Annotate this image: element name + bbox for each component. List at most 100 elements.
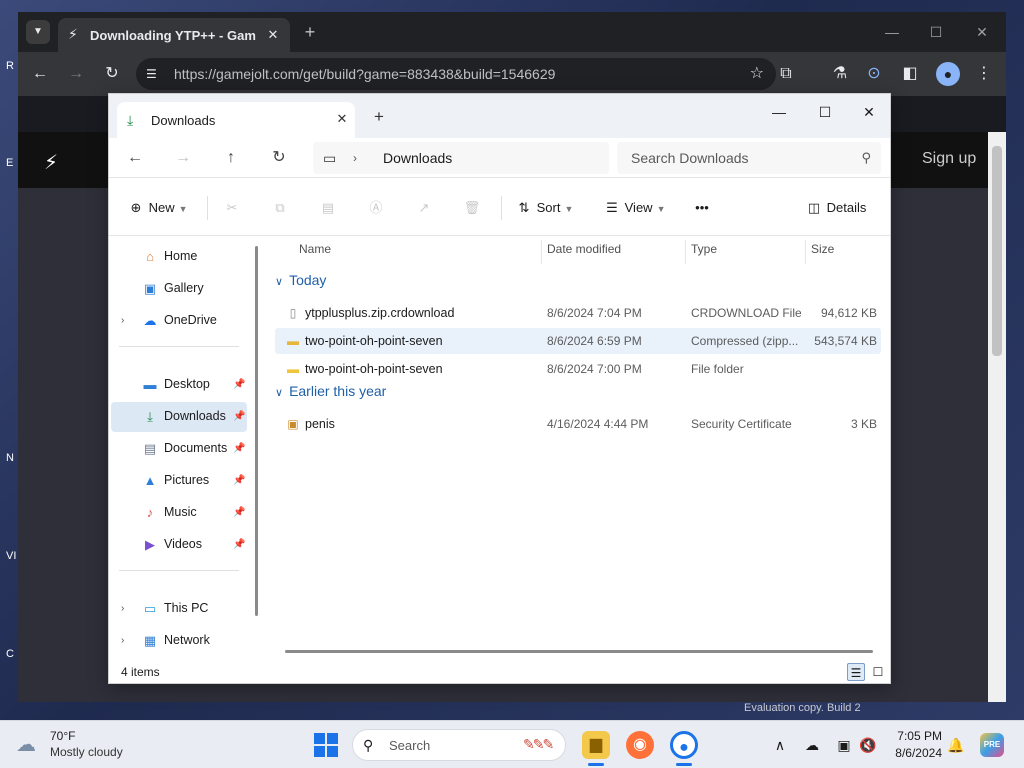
column-header-name[interactable]: Name [299,242,331,256]
sidebar-item-documents[interactable]: ▤ Documents 📌 [111,434,247,464]
sidebar-item-network[interactable]: › ▦ Network [111,626,247,656]
chevron-right-icon[interactable]: › [121,634,124,648]
sort-button[interactable]: ⇅ Sort ▼ [515,198,574,218]
pin-icon[interactable]: 📌 [233,506,245,520]
up-button[interactable]: ↑ [219,146,243,170]
chevron-right-icon[interactable]: › [121,602,124,616]
menu-kebab-icon[interactable]: ⋮ [974,64,994,84]
network-icon[interactable]: ▣ [834,735,854,755]
start-button[interactable] [314,733,338,757]
sidebar-item-music[interactable]: ♪ Music 📌 [111,498,247,528]
rename-button[interactable]: Ⓐ [367,198,385,218]
new-tab-button[interactable]: + [300,22,320,42]
gamejolt-logo-icon[interactable]: ⚡ [44,150,58,175]
view-button[interactable]: ☰ View ▼ [603,198,665,218]
tab-close-icon[interactable]: ✕ [333,110,351,128]
group-header-today[interactable]: ∨ Today [275,272,326,288]
details-button[interactable]: ◫ Details [805,198,867,218]
weather-condition[interactable]: Mostly cloudy [50,745,123,759]
paste-button[interactable]: ▤ [319,198,337,218]
sidebar-item-this-pc[interactable]: › ▭ This PC [111,594,247,624]
browser-tab-active[interactable]: ⚡ Downloading YTP++ - Game Jolt ✕ [58,18,290,52]
refresh-button[interactable]: ↻ [267,146,291,170]
sidebar-item-onedrive[interactable]: › ☁ OneDrive [111,306,247,336]
search-icon[interactable]: ⚲ [861,150,871,166]
column-header-type[interactable]: Type [691,242,717,256]
sidebar-item-gallery[interactable]: ▣ Gallery [111,274,247,304]
file-explorer-taskbar-icon[interactable]: ▆ [582,731,610,759]
sidebar-item-videos[interactable]: ▶ Videos 📌 [111,530,247,560]
delete-button[interactable]: 🗑 [463,198,481,218]
address-bar[interactable]: ☰ https://gamejolt.com/get/build?game=88… [136,58,776,90]
sidebar-item-desktop[interactable]: ▬ Desktop 📌 [111,370,247,400]
side-panel-icon[interactable]: ◧ [900,64,920,84]
onedrive-offline-icon[interactable]: ☁ [802,735,822,755]
copilot-pre-icon[interactable]: PRE [980,733,1004,757]
tiles-view-icon[interactable]: ☐ [869,663,887,681]
maximize-button[interactable]: ☐ [918,22,954,42]
chrome-taskbar-icon[interactable]: ● [670,731,698,759]
address-breadcrumb[interactable]: Downloads [383,150,452,166]
weather-cloud-icon[interactable]: ☁ [16,733,36,757]
back-button[interactable]: ← [123,146,147,170]
forward-button[interactable]: → [66,64,86,84]
chevron-up-icon[interactable]: ∧ [770,735,790,755]
sidebar-item-home[interactable]: ⌂ Home [111,242,247,272]
tab-close-icon[interactable]: ✕ [264,26,282,44]
sign-up-link[interactable]: Sign up [922,150,976,168]
table-row[interactable]: ▣ penis 4/16/2024 4:44 PM Security Certific… [275,411,881,437]
sidebar-item-pictures[interactable]: ▲ Pictures 📌 [111,466,247,496]
notification-bell-icon[interactable]: 🔔 [946,735,966,755]
group-header-earlier-this-year[interactable]: ∨ Earlier this year [275,383,386,399]
column-header-date[interactable]: Date modified [547,242,621,256]
close-window-button[interactable]: ✕ [964,22,1000,42]
sidebar-item-downloads[interactable]: ⤓ Downloads 📌 [111,402,247,432]
download-progress-icon[interactable]: ⊙ [864,64,884,84]
address-bar[interactable]: ▭ › Downloads [313,142,609,174]
pin-icon[interactable]: 📌 [233,442,245,456]
table-row[interactable]: ▬ two-point-oh-point-seven 8/6/2024 7:00 P… [275,356,881,382]
minimize-button[interactable]: — [765,100,793,124]
pin-icon[interactable]: 📌 [233,410,245,424]
details-view-icon[interactable]: ☰ [847,663,865,681]
firefox-taskbar-icon[interactable]: ◉ [626,731,654,759]
copy-button[interactable]: ⧉ [271,198,289,218]
extensions-icon[interactable]: ⧉ [776,64,796,84]
back-button[interactable]: ← [30,64,50,84]
see-more-button[interactable]: ••• [693,198,711,218]
tab-search-button[interactable]: ▼ [26,20,50,44]
forward-button[interactable]: → [171,146,195,170]
taskbar-clock-date[interactable]: 8/6/2024 [882,746,942,760]
bookmark-star-icon[interactable]: ☆ [750,65,764,83]
labs-flask-icon[interactable]: ⚗ [830,64,850,84]
pin-icon[interactable]: 📌 [233,538,245,552]
column-divider[interactable] [805,240,806,264]
profile-avatar[interactable]: ● [936,62,960,86]
explorer-tab-downloads[interactable]: ⤓ Downloads ✕ [117,102,355,138]
weather-temperature[interactable]: 70°F [50,729,75,743]
pin-icon[interactable]: 📌 [233,474,245,488]
search-input[interactable]: Search Downloads ⚲ [617,142,881,174]
cut-button[interactable]: ✂ [223,198,241,218]
horizontal-scrollbar[interactable] [285,650,873,653]
table-row[interactable]: ▯ ytpplusplus.zip.crdownload 8/6/2024 7:04… [275,300,881,326]
navigation-pane-scrollbar[interactable] [255,246,258,616]
new-tab-button[interactable]: + [369,107,389,127]
column-header-size[interactable]: Size [811,242,834,256]
maximize-button[interactable]: ☐ [811,100,839,124]
reload-button[interactable]: ↻ [102,64,122,84]
chevron-right-icon[interactable]: › [121,314,124,328]
column-divider[interactable] [685,240,686,264]
chevron-right-icon[interactable]: › [353,150,357,166]
page-scrollbar-thumb[interactable] [992,146,1002,356]
taskbar-search-box[interactable]: ⚲ Search ✎✎✎ [352,729,566,761]
new-button[interactable]: ⊕ New ▼ [127,198,188,218]
minimize-button[interactable]: — [874,22,910,42]
column-divider[interactable] [541,240,542,264]
site-info-icon[interactable]: ☰ [146,66,162,82]
pin-icon[interactable]: 📌 [233,378,245,392]
share-button[interactable]: ↗ [415,198,433,218]
volume-muted-icon[interactable]: 🔇 [858,735,878,755]
page-scrollbar[interactable] [988,132,1006,702]
table-row[interactable]: ▬ two-point-oh-point-seven 8/6/2024 6:59 P… [275,328,881,354]
